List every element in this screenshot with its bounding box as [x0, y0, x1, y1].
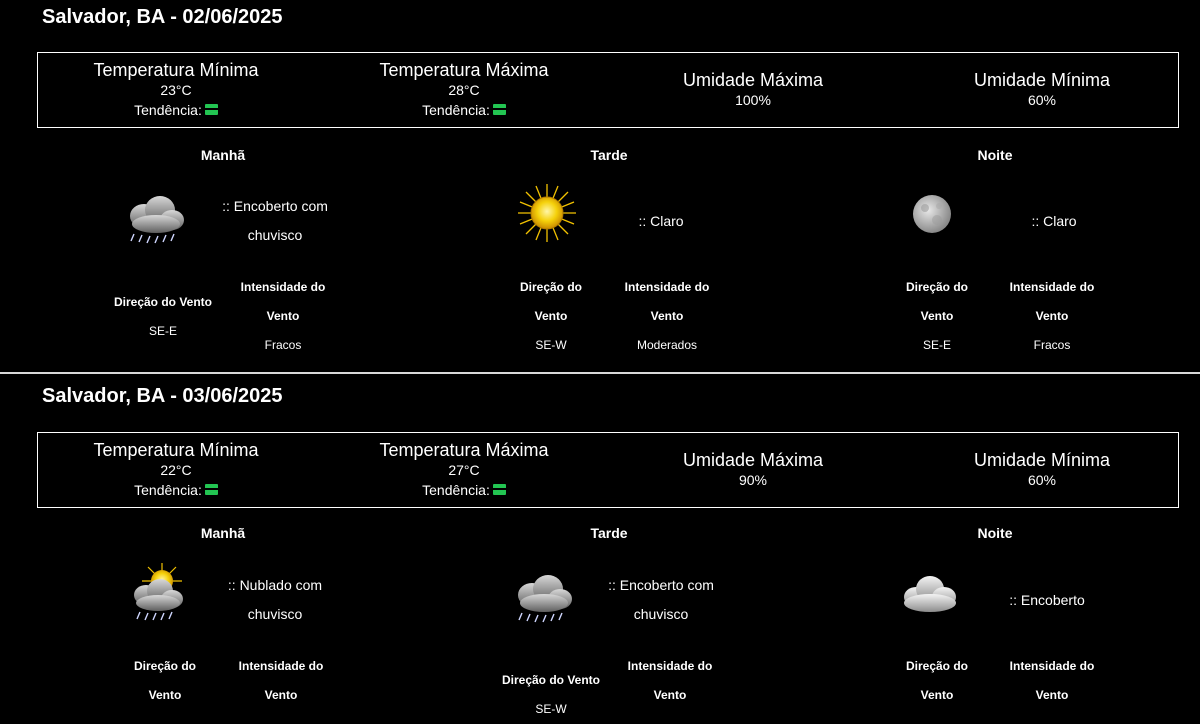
- wind-intensity-label-1: Intensidade do: [240, 280, 326, 294]
- wind-intensity-label-1: Intensidade do: [624, 280, 710, 294]
- forecast-day-2: Salvador, BA - 03/06/2025 Temperatura Mí…: [0, 379, 1200, 716]
- wind-intensity-value: Moderados: [636, 338, 698, 352]
- wind-intensity: Intensidade do Vento: [615, 652, 725, 710]
- wind-intensity: Intensidade do Vento: [226, 652, 336, 710]
- period-description: :: Encoberto com chuvisco: [596, 571, 726, 629]
- wind-direction-label-2: Vento: [148, 688, 182, 702]
- cloud-drizzle-icon: [130, 196, 184, 244]
- wind-direction-label-1: Direção do: [905, 280, 968, 294]
- wind-direction: Direção do Vento SE-E: [108, 288, 218, 346]
- wind-direction-value: SE-W: [535, 338, 567, 352]
- period-name: Noite: [977, 147, 1013, 163]
- description-line-1: :: Encoberto com: [222, 198, 328, 214]
- period-afternoon: Tarde :: Encoberto com chuvisco Direção …: [400, 379, 800, 716]
- description-line-1: :: Claro: [638, 213, 684, 229]
- period-description: :: Nublado com chuvisco: [210, 571, 340, 629]
- wind-intensity-label-1: Intensidade do: [238, 659, 324, 673]
- wind-intensity: Intensidade do Vento: [997, 652, 1107, 710]
- wind-intensity-label-2: Vento: [264, 688, 298, 702]
- wind-intensity: Intensidade do Vento Fracos: [997, 273, 1107, 360]
- period-night: Noite :: Encoberto Direção do Vento Inte…: [800, 379, 1200, 702]
- wind-intensity-label-1: Intensidade do: [627, 659, 713, 673]
- wind-direction-label: Direção do Vento: [113, 295, 213, 309]
- wind-direction: Direção do Vento: [120, 652, 210, 710]
- period-description: :: Encoberto: [982, 586, 1112, 615]
- wind-intensity: Intensidade do Vento Fracos: [228, 273, 338, 360]
- overcast-cloud-icon: [904, 576, 956, 612]
- wind-direction: Direção do Vento SE-E: [892, 273, 982, 360]
- wind-intensity-label-1: Intensidade do: [1009, 280, 1095, 294]
- period-morning: Manhã :: Nublado com chuvisco Direção do…: [0, 379, 400, 702]
- wind-direction-label-2: Vento: [920, 688, 954, 702]
- wind-intensity-label-2: Vento: [653, 688, 687, 702]
- period-name: Noite: [977, 525, 1013, 541]
- wind-intensity-label-2: Vento: [1035, 688, 1069, 702]
- wind-direction: Direção do Vento SE-W: [506, 273, 596, 360]
- wind-direction-label-1: Direção do: [905, 659, 968, 673]
- period-name: Manhã: [200, 147, 246, 163]
- description-line-1: :: Claro: [1031, 213, 1077, 229]
- description-line-2: chuvisco: [633, 606, 689, 622]
- wind-direction-value: SE-E: [922, 338, 951, 352]
- period-description: :: Claro: [989, 207, 1119, 236]
- wind-intensity-label-2: Vento: [1035, 309, 1069, 323]
- moon-icon: [913, 195, 951, 233]
- period-name: Tarde: [590, 525, 628, 541]
- period-night: Noite :: Claro Direção do Vento SE-E Int…: [800, 0, 1200, 352]
- cloud-drizzle-icon: [518, 575, 572, 623]
- wind-direction-label-1: Direção do: [133, 659, 196, 673]
- description-line-2: chuvisco: [247, 606, 303, 622]
- wind-intensity-value: Fracos: [1033, 338, 1071, 352]
- wind-direction-label: Direção do Vento: [501, 673, 601, 687]
- period-name: Manhã: [200, 525, 246, 541]
- wind-direction-label-2: Vento: [920, 309, 954, 323]
- wind-intensity-value: Fracos: [264, 338, 302, 352]
- wind-direction-label-1: Direção do: [519, 280, 582, 294]
- period-description: :: Encoberto com chuvisco: [210, 192, 340, 250]
- description-line-1: :: Encoberto com: [608, 577, 714, 593]
- day-divider: [0, 372, 1200, 374]
- period-afternoon: Tarde :: Claro Direção do Vento SE-W Int…: [400, 0, 800, 352]
- wind-intensity: Intensidade do Vento Moderados: [612, 273, 722, 360]
- wind-direction: Direção do Vento: [892, 652, 982, 710]
- sun-icon: [518, 184, 576, 242]
- forecast-day-1: Salvador, BA - 02/06/2025 Temperatura Mí…: [0, 0, 1200, 372]
- period-morning: Manhã :: Encoberto com chuvisco Direção …: [0, 0, 400, 352]
- wind-direction-value: SE-E: [148, 324, 177, 338]
- wind-intensity-label-1: Intensidade do: [1009, 659, 1095, 673]
- period-description: :: Claro: [596, 207, 726, 236]
- description-line-1: :: Encoberto: [1009, 592, 1085, 608]
- wind-intensity-label-2: Vento: [266, 309, 300, 323]
- wind-direction: Direção do Vento SE-W: [496, 666, 606, 724]
- description-line-1: :: Nublado com: [227, 577, 323, 593]
- period-name: Tarde: [590, 147, 628, 163]
- wind-intensity-label-2: Vento: [650, 309, 684, 323]
- wind-direction-label-2: Vento: [534, 309, 568, 323]
- description-line-2: chuvisco: [247, 227, 303, 243]
- sun-cloud-drizzle-icon: [134, 563, 183, 621]
